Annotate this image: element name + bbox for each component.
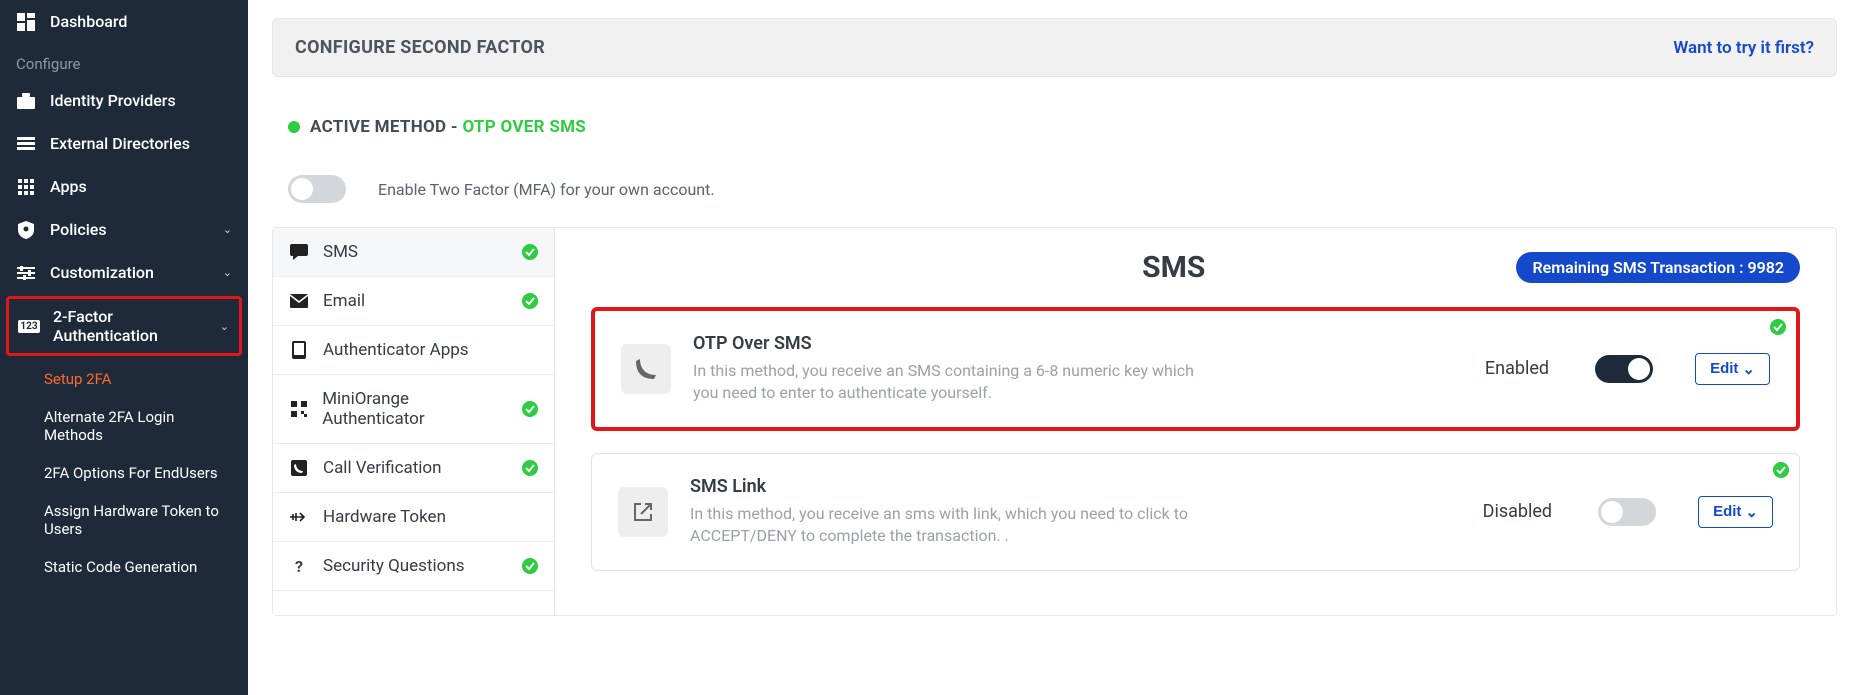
tab-authenticator-apps[interactable]: Authenticator Apps <box>273 326 554 375</box>
active-method-value: OTP OVER SMS <box>462 117 586 137</box>
sidebar-sub-endusers[interactable]: 2FA Options For EndUsers <box>0 454 248 492</box>
check-icon <box>522 401 538 417</box>
grid-icon <box>16 179 36 195</box>
sidebar: Dashboard Configure Identity Providers E… <box>0 0 248 695</box>
twofa-line2: Authentication <box>53 326 158 345</box>
check-icon <box>1773 462 1789 478</box>
edit-button-label: Edit <box>1713 503 1741 520</box>
tab-label: Call Verification <box>323 458 442 478</box>
chevron-down-icon: ⌄ <box>1745 503 1758 521</box>
right-panel: SMS Remaining SMS Transaction : 9982 OTP… <box>555 228 1836 615</box>
remaining-sms-pill: Remaining SMS Transaction : 9982 <box>1516 252 1800 283</box>
sidebar-item-customization[interactable]: Customization ⌄ <box>0 251 248 294</box>
usb-icon <box>289 511 309 523</box>
sidebar-item-policies[interactable]: Policies ⌄ <box>0 208 248 251</box>
sidebar-sub-assign-token[interactable]: Assign Hardware Token to Users <box>0 492 248 548</box>
chevron-down-icon: ⌄ <box>1742 360 1755 378</box>
tab-miniorange-authenticator[interactable]: MiniOrange Authenticator <box>273 375 554 444</box>
card-sms-link: SMS Link In this method, you receive an … <box>591 453 1800 571</box>
tab-label: Email <box>323 291 365 311</box>
briefcase-icon <box>16 93 36 109</box>
check-icon <box>1770 319 1786 335</box>
external-link-icon <box>618 487 668 537</box>
phone-square-icon <box>289 460 309 476</box>
check-icon <box>522 244 538 260</box>
sidebar-item-label: Identity Providers <box>50 91 232 110</box>
sidebar-item-dashboard[interactable]: Dashboard <box>0 0 248 43</box>
mfa-toggle[interactable] <box>288 175 346 203</box>
mfa-toggle-label: Enable Two Factor (MFA) for your own acc… <box>378 180 715 199</box>
active-method-label: ACTIVE METHOD - <box>310 117 462 137</box>
try-it-link[interactable]: Want to try it first? <box>1673 38 1814 58</box>
tab-email[interactable]: Email <box>273 277 554 326</box>
mfa-toggle-row: Enable Two Factor (MFA) for your own acc… <box>288 175 1837 203</box>
chevron-down-icon: ⌄ <box>220 320 229 333</box>
edit-button-label: Edit <box>1710 360 1738 377</box>
panel-title: SMS <box>831 250 1516 285</box>
two-column-panel: SMS Email <box>272 227 1837 616</box>
tab-label: MiniOrange Authenticator <box>322 389 508 429</box>
chat-icon <box>289 244 309 260</box>
sidebar-item-label: Dashboard <box>50 12 232 31</box>
mail-icon <box>289 294 309 308</box>
sidebar-item-label: Customization <box>50 263 209 282</box>
sidebar-item-label: 2-Factor Authentication <box>53 307 206 345</box>
sidebar-item-identity-providers[interactable]: Identity Providers <box>0 79 248 122</box>
tab-call-verification[interactable]: Call Verification <box>273 444 554 493</box>
panel-header: CONFIGURE SECOND FACTOR Want to try it f… <box>272 18 1837 77</box>
main-content: CONFIGURE SECOND FACTOR Want to try it f… <box>248 0 1861 695</box>
shield-icon <box>16 221 36 239</box>
question-icon: ? <box>289 557 309 576</box>
method-tabs: SMS Email <box>273 228 555 615</box>
status-dot-icon <box>288 121 300 133</box>
check-icon <box>522 558 538 574</box>
panel-heading-row: SMS Remaining SMS Transaction : 9982 <box>591 250 1800 285</box>
twofa-line1: 2-Factor <box>53 307 113 326</box>
otp-icon: 123 <box>19 320 39 333</box>
sidebar-sub-static-code[interactable]: Static Code Generation <box>0 548 248 586</box>
card-toggle[interactable] <box>1598 498 1656 526</box>
edit-button[interactable]: Edit ⌄ <box>1698 496 1773 528</box>
chevron-down-icon: ⌄ <box>223 223 232 236</box>
phone-icon <box>621 344 671 394</box>
check-icon <box>522 293 538 309</box>
active-method-row: ACTIVE METHOD - OTP OVER SMS <box>272 105 1837 149</box>
check-icon <box>522 460 538 476</box>
sidebar-item-2fa[interactable]: 123 2-Factor Authentication ⌄ <box>6 296 242 356</box>
sidebar-item-label: Apps <box>50 177 232 196</box>
card-description: In this method, you receive an sms with … <box>690 503 1210 548</box>
card-otp-over-sms: OTP Over SMS In this method, you receive… <box>591 307 1800 431</box>
card-state: Enabled <box>1485 358 1549 379</box>
card-toggle[interactable] <box>1595 355 1653 383</box>
tab-label: Hardware Token <box>323 507 446 527</box>
sidebar-section-configure: Configure <box>0 43 248 79</box>
sidebar-item-label: Policies <box>50 220 209 239</box>
sidebar-sub-alt-login[interactable]: Alternate 2FA Login Methods <box>0 398 248 454</box>
edit-button[interactable]: Edit ⌄ <box>1695 353 1770 385</box>
sidebar-sub-setup-2fa[interactable]: Setup 2FA <box>0 360 248 398</box>
sidebar-item-external-directories[interactable]: External Directories <box>0 122 248 165</box>
tab-security-questions[interactable]: ? Security Questions <box>273 542 554 591</box>
phone-icon <box>289 341 309 359</box>
card-title: OTP Over SMS <box>693 333 1439 354</box>
chevron-down-icon: ⌄ <box>223 266 232 279</box>
tab-label: Authenticator Apps <box>323 340 469 360</box>
sidebar-item-label: External Directories <box>50 134 232 153</box>
tab-label: SMS <box>323 242 358 262</box>
card-description: In this method, you receive an SMS conta… <box>693 360 1213 405</box>
list-icon <box>16 137 36 151</box>
tab-label: Security Questions <box>323 556 465 576</box>
sidebar-item-apps[interactable]: Apps <box>0 165 248 208</box>
qr-icon <box>289 401 308 417</box>
sliders-icon <box>16 266 36 280</box>
card-title: SMS Link <box>690 476 1437 497</box>
dashboard-icon <box>16 13 36 31</box>
tab-sms[interactable]: SMS <box>273 228 554 277</box>
tab-hardware-token[interactable]: Hardware Token <box>273 493 554 542</box>
card-state: Disabled <box>1483 501 1552 522</box>
page-title: CONFIGURE SECOND FACTOR <box>295 37 545 58</box>
